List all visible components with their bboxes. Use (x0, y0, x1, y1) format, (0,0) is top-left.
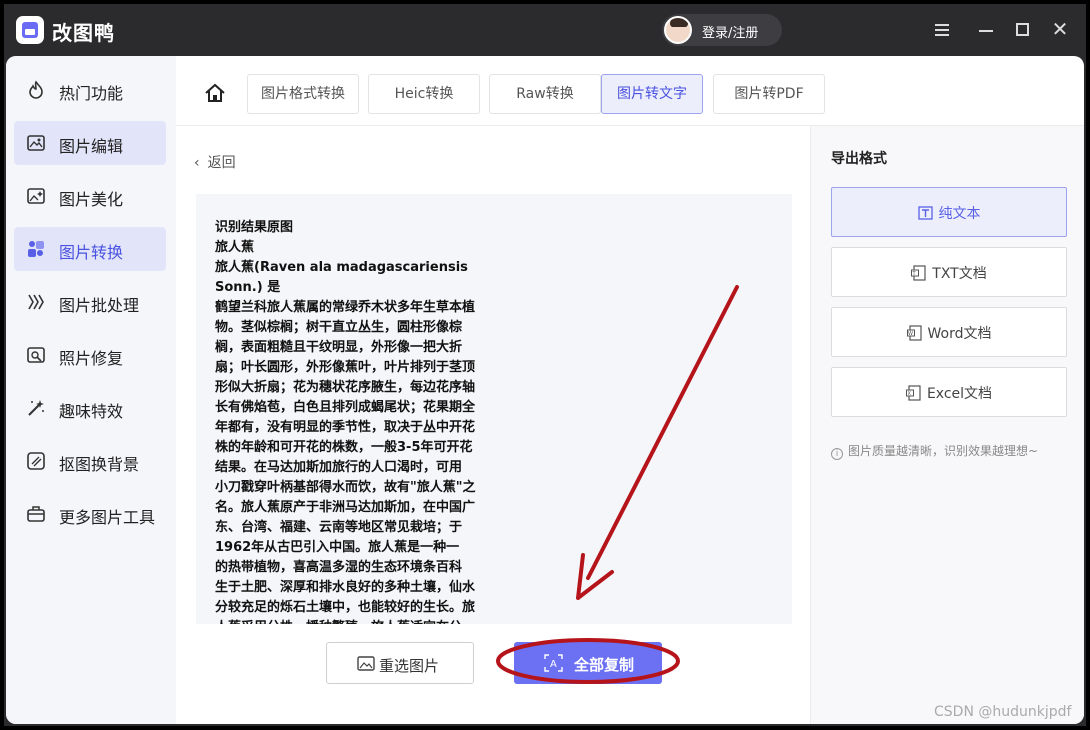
menu-icon[interactable] (932, 20, 952, 40)
format-plain-text[interactable]: 纯文本 (831, 187, 1067, 237)
app-title: 改图鸭 (52, 21, 115, 45)
tab-heic-convert[interactable]: Heic转换 (368, 74, 480, 114)
hint-text: 图片质量越清晰，识别效果越理想~ (848, 444, 1039, 458)
close-icon[interactable]: ✕ (1050, 19, 1070, 40)
sidebar-item-label: 图片美化 (59, 190, 124, 209)
sidebar-item-label: 更多图片工具 (59, 508, 156, 527)
format-label: Excel文档 (926, 386, 993, 402)
sidebar-item-hot[interactable]: 热门功能 (14, 68, 166, 112)
image-edit-icon (27, 135, 45, 151)
app-logo-icon (16, 16, 44, 44)
sidebar: 热门功能 图片编辑 图片美化 图片转换 图片批处理 照片修复 趣味特效 抠图换背… (6, 56, 176, 724)
back-button[interactable]: ‹ 返回 (194, 152, 236, 172)
copy-all-button[interactable]: A 全部复制 (514, 642, 662, 684)
image-beautify-icon (27, 188, 45, 204)
minimize-icon[interactable] (976, 20, 996, 40)
format-label: Word文档 (927, 326, 992, 342)
sidebar-item-effects[interactable]: 趣味特效 (14, 386, 166, 430)
toolbox-icon (27, 506, 45, 522)
title-bar: 改图鸭 登录/注册 ✕ (4, 4, 1086, 56)
reselect-label: 重选图片 (379, 657, 440, 675)
tab-format-convert[interactable]: 图片格式转换 (247, 74, 359, 114)
export-title: 导出格式 (831, 151, 887, 167)
home-icon[interactable] (204, 82, 226, 104)
ocr-result-text: 识别结果原图 旅人蕉 旅人蕉(Raven ala madagascariensi… (215, 220, 476, 624)
fire-icon (29, 80, 43, 99)
excel-file-icon: X (905, 385, 921, 401)
main-content: 热门功能 图片编辑 图片美化 图片转换 图片批处理 照片修复 趣味特效 抠图换背… (6, 56, 1084, 724)
tab-image-to-pdf[interactable]: 图片转PDF (713, 74, 825, 114)
app-window: 改图鸭 登录/注册 ✕ 热门功能 图片编辑 图片美化 图片转换 图片批处理 照片… (4, 4, 1086, 726)
login-button[interactable]: 登录/注册 (662, 14, 782, 46)
sidebar-item-label: 图片批处理 (59, 296, 140, 315)
format-excel[interactable]: X Excel文档 (831, 367, 1067, 417)
magic-wand-icon (28, 400, 44, 416)
format-word[interactable]: W Word文档 (831, 307, 1067, 357)
ocr-result-panel[interactable]: 识别结果原图 旅人蕉 旅人蕉(Raven ala madagascariensi… (196, 194, 792, 624)
tab-raw-convert[interactable]: Raw转换 (489, 74, 601, 114)
sidebar-item-label: 照片修复 (59, 349, 124, 368)
sidebar-item-label: 图片转换 (59, 243, 124, 262)
export-panel: 导出格式 纯文本 T TXT文档 W Word文档 X Excel文档 i 图片质量越清… (810, 126, 1084, 724)
sidebar-item-cutout[interactable]: 抠图换背景 (14, 439, 166, 483)
cutout-icon (27, 452, 45, 470)
sidebar-item-more-tools[interactable]: 更多图片工具 (14, 492, 166, 536)
info-icon: i (831, 448, 843, 460)
format-label: TXT文档 (932, 266, 987, 282)
sidebar-item-label: 热门功能 (59, 84, 124, 103)
tab-bar: 图片格式转换 Heic转换 Raw转换 图片转文字 图片转PDF (176, 56, 1084, 126)
quality-hint: i 图片质量越清晰，识别效果越理想~ (831, 442, 1038, 460)
chevron-left-icon: ‹ (194, 155, 200, 171)
sidebar-item-label: 趣味特效 (59, 402, 124, 421)
svg-text:A: A (550, 659, 557, 670)
svg-text:X: X (907, 391, 911, 397)
text-icon (917, 206, 933, 220)
format-label: 纯文本 (938, 206, 981, 222)
sidebar-item-photo-repair[interactable]: 照片修复 (14, 333, 166, 377)
sidebar-item-batch[interactable]: 图片批处理 (14, 280, 166, 324)
sidebar-item-label: 图片编辑 (59, 137, 124, 156)
convert-icon (28, 241, 44, 257)
login-label: 登录/注册 (702, 26, 759, 41)
sidebar-item-label: 抠图换背景 (59, 455, 140, 474)
format-txt[interactable]: T TXT文档 (831, 247, 1067, 297)
text-recognize-icon: A (544, 654, 563, 672)
batch-icon (28, 294, 44, 310)
image-icon (357, 656, 375, 671)
txt-file-icon: T (911, 265, 926, 281)
sidebar-item-convert[interactable]: 图片转换 (14, 227, 166, 271)
svg-text:W: W (908, 331, 913, 337)
back-label: 返回 (207, 155, 236, 171)
tab-image-to-text[interactable]: 图片转文字 (601, 74, 703, 114)
photo-repair-icon (27, 347, 45, 363)
avatar (664, 16, 692, 44)
sidebar-item-beautify[interactable]: 图片美化 (14, 174, 166, 218)
reselect-image-button[interactable]: 重选图片 (326, 642, 474, 684)
maximize-icon[interactable] (1012, 20, 1032, 40)
watermark: CSDN @hudunkjpdf (934, 704, 1072, 720)
word-file-icon: W (906, 325, 922, 341)
copy-all-label: 全部复制 (574, 656, 635, 674)
sidebar-item-image-edit[interactable]: 图片编辑 (14, 121, 166, 165)
